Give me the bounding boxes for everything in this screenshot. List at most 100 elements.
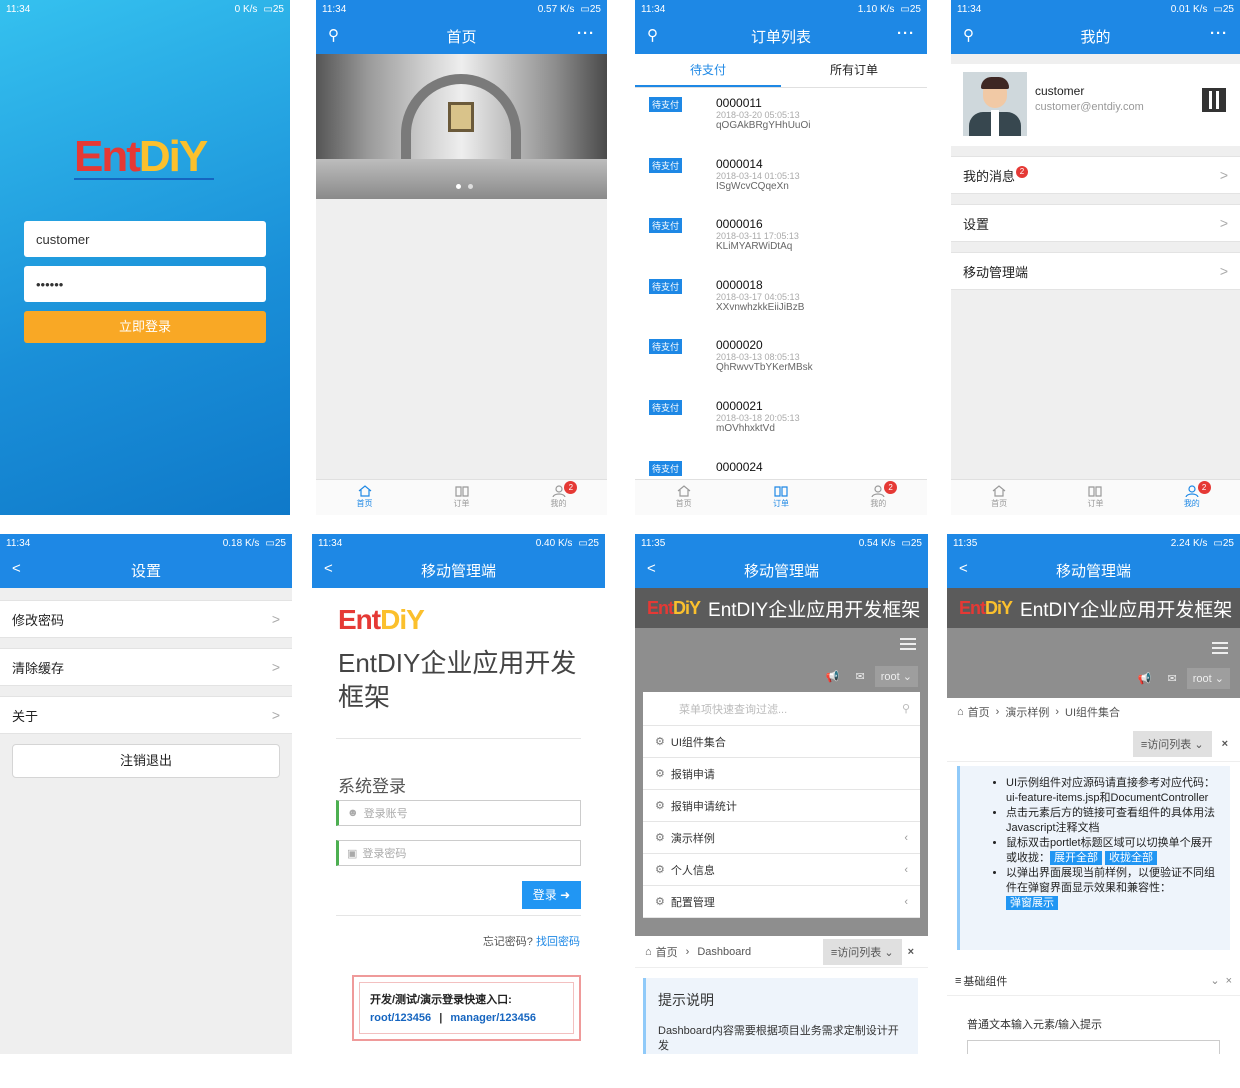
tab-home[interactable]: 首页 [635, 480, 732, 515]
quick-login-sep: | [439, 1012, 443, 1024]
breadcrumb-home[interactable]: 首页 [656, 944, 678, 960]
menu-item[interactable]: ⚙ 演示样例 ‹ [643, 822, 920, 854]
tab-all-orders[interactable]: 所有订单 [781, 54, 927, 87]
collapse-all-button[interactable]: 收拢全部 [1105, 851, 1157, 865]
back-icon[interactable]: < [959, 560, 968, 577]
order-item[interactable]: 待支付 0000014 2018-03-14 01:05:13 ISgWcvCQqeX… [635, 149, 927, 210]
status-time: 11:34 [6, 537, 31, 549]
bullhorn-icon[interactable]: 📢 [1138, 672, 1152, 685]
hamburger-icon[interactable] [1212, 642, 1228, 654]
close-icon[interactable]: × [1226, 975, 1232, 987]
tab-mine[interactable]: 我的 2 [510, 480, 607, 515]
tab-orders[interactable]: 订单 [1047, 480, 1143, 515]
hamburger-icon[interactable] [900, 638, 916, 650]
order-item[interactable]: 待支付 0000018 2018-03-17 04:05:13 XXvnwhzkkEi… [635, 270, 927, 331]
info-panel: UI示例组件对应源码请直接参考对应代码：ui-feature-items.jsp… [957, 766, 1230, 950]
tab-bar: 首页 订单 我的 2 [316, 479, 607, 515]
user-menu[interactable]: root ⌄ [874, 666, 918, 687]
change-password-row[interactable]: 修改密码 > [0, 600, 292, 638]
info-bullet: UI示例组件对应源码请直接参考对应代码：ui-feature-items.jsp… [1006, 776, 1220, 806]
status-battery: 25 [587, 537, 599, 549]
search-icon[interactable]: ⚲ [963, 26, 974, 44]
quick-login-root[interactable]: root/123456 [370, 1012, 431, 1024]
visit-list-button[interactable]: ≡访问列表 ⌄ [1132, 730, 1212, 757]
about-row[interactable]: 关于 > [0, 696, 292, 734]
envelope-icon[interactable]: ✉ [856, 670, 865, 683]
breadcrumb-page[interactable]: Dashboard [697, 946, 751, 958]
password-input[interactable] [24, 266, 266, 302]
more-icon[interactable]: ··· [577, 25, 595, 42]
chevron-left-icon: ‹ [904, 831, 908, 844]
admin-login-button[interactable]: 登录 ➜ [522, 881, 581, 909]
tab-home[interactable]: 首页 [951, 480, 1047, 515]
back-icon[interactable]: < [12, 560, 21, 577]
notification-badge: 2 [564, 481, 578, 494]
quick-login-manager[interactable]: manager/123456 [450, 1012, 536, 1024]
close-icon[interactable]: × [908, 946, 914, 958]
qrcode-icon[interactable] [1202, 88, 1226, 112]
text-input[interactable] [967, 1040, 1220, 1054]
order-status-badge: 待支付 [649, 157, 683, 173]
find-password-link[interactable]: 找回密码 [536, 936, 580, 948]
tab-mine[interactable]: 我的 2 [830, 480, 927, 515]
carousel-image[interactable] [316, 54, 607, 199]
admin-heading: EntDIY企业应用开发框架 [338, 648, 577, 712]
logout-button[interactable]: 注销退出 [12, 744, 280, 778]
popup-button[interactable]: 弹窗展示 [1006, 896, 1058, 910]
expand-all-button[interactable]: 展开全部 [1050, 851, 1102, 865]
menu-item[interactable]: ⚙ 报销申请统计 [643, 790, 920, 822]
section-header[interactable]: ≡ 基础组件 ⌄ × [947, 966, 1240, 996]
search-icon[interactable]: ⚲ [647, 26, 658, 44]
username-input[interactable] [24, 221, 266, 257]
order-date: 2018-03-14 01:05:13 [716, 170, 800, 181]
password-input[interactable]: ▣ 登录密码 [336, 840, 581, 866]
menu-item[interactable]: ⚙ UI组件集合 [643, 726, 920, 758]
order-item[interactable]: 待支付 0000016 2018-03-11 17:05:13 KLiMYARWiDt… [635, 209, 927, 270]
battery-icon: ▭ [263, 3, 273, 15]
tab-pending[interactable]: 待支付 [635, 54, 781, 87]
envelope-icon[interactable]: ✉ [1168, 672, 1177, 685]
close-icon[interactable]: × [1222, 738, 1228, 750]
toolbar: 📢 ✉ root ⌄ [1138, 668, 1230, 689]
more-icon[interactable]: ··· [897, 25, 915, 42]
user-menu[interactable]: root ⌄ [1186, 668, 1230, 689]
order-item[interactable]: 待支付 0000020 2018-03-13 08:05:13 QhRwvvTbYKe… [635, 330, 927, 391]
breadcrumb-home[interactable]: 首页 [968, 704, 990, 720]
nav-bar: ⚲ 我的 ··· [951, 18, 1240, 54]
menu-item[interactable]: ⚙ 配置管理 ‹ [643, 886, 920, 918]
battery-icon: ▭ [900, 3, 910, 15]
login-button[interactable]: 立即登录 [24, 311, 266, 343]
visit-list-button[interactable]: ≡访问列表 ⌄ [822, 938, 902, 965]
menu-item[interactable]: ⚙ 个人信息 ‹ [643, 854, 920, 886]
profile-name: customer [1035, 84, 1085, 98]
clear-cache-row[interactable]: 清除缓存 > [0, 648, 292, 686]
order-item[interactable]: 待支付 0000021 2018-03-18 20:05:13 mOVhhxktVd [635, 391, 927, 452]
carousel-dots[interactable] [456, 176, 474, 194]
more-icon[interactable]: ··· [1210, 25, 1228, 42]
tab-home[interactable]: 首页 [316, 480, 413, 515]
settings-row[interactable]: 设置 > [951, 204, 1240, 242]
order-item[interactable]: 待支付 0000011 2018-03-20 05:05:13 qOGAkBRgYHh… [635, 88, 927, 149]
order-number: 0000021 [716, 398, 763, 413]
tab-mine[interactable]: 我的 2 [1144, 480, 1240, 515]
tab-orders[interactable]: 订单 [413, 480, 510, 515]
messages-row[interactable]: 我的消息 2 > [951, 156, 1240, 194]
tab-orders[interactable]: 订单 [732, 480, 829, 515]
back-icon[interactable]: < [647, 560, 656, 577]
mobile-admin-row[interactable]: 移动管理端 > [951, 252, 1240, 290]
user-icon [1185, 485, 1199, 497]
chevron-right-icon: > [1219, 263, 1228, 279]
search-icon[interactable]: ⚲ [328, 26, 339, 44]
bullhorn-icon[interactable]: 📢 [826, 670, 840, 683]
order-date: 2018-03-13 08:05:13 [716, 352, 800, 363]
menu-item[interactable]: ⚙ 报销申请 [643, 758, 920, 790]
breadcrumb-demo[interactable]: 演示样例 [1005, 704, 1049, 720]
back-icon[interactable]: < [324, 560, 333, 577]
nav-bar: ⚲ 首页 ··· [316, 18, 607, 54]
status-time: 11:34 [957, 3, 982, 15]
account-input[interactable]: ☻ 登录账号 [336, 800, 581, 826]
status-speed: 0.54 K/s [858, 537, 896, 549]
chevron-down-icon[interactable]: ⌄ [1210, 974, 1219, 987]
profile-card[interactable]: customer customer@entdiy.com [951, 64, 1240, 146]
menu-search[interactable]: 菜单项快速查询过滤... ⚲ [643, 692, 920, 726]
